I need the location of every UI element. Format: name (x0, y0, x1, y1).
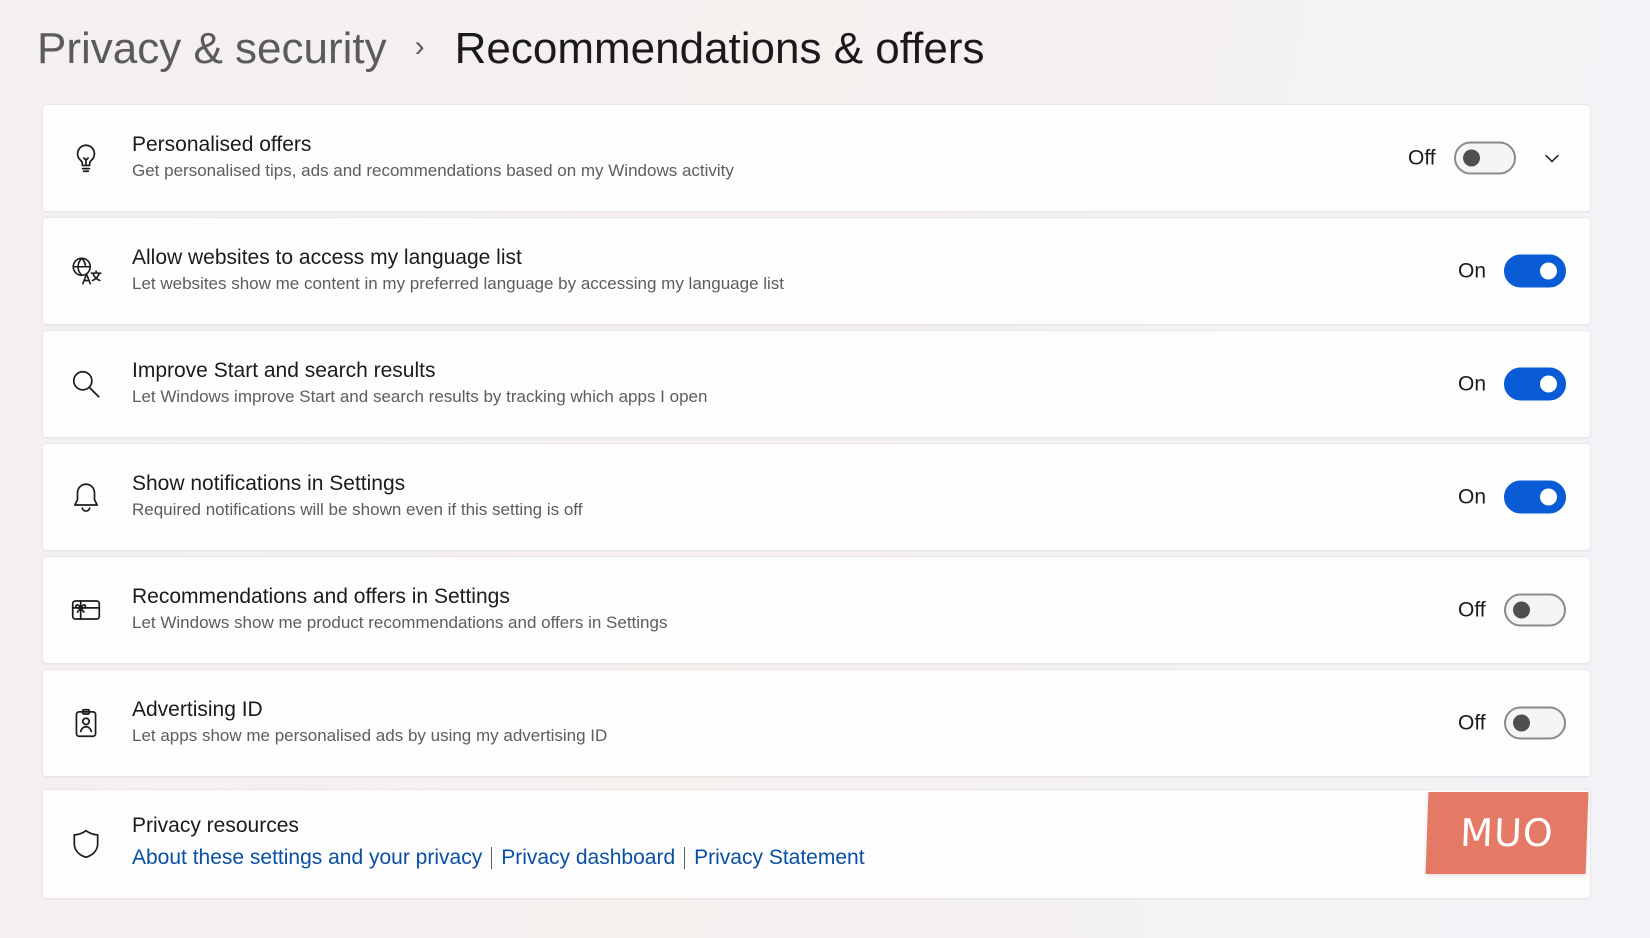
personalised-offers-toggle[interactable] (1454, 141, 1516, 175)
breadcrumb-separator-icon: › (414, 30, 425, 63)
recommendations-toggle[interactable] (1504, 593, 1566, 627)
advertising-id-toggle[interactable] (1504, 706, 1566, 740)
toggle-state-label: On (1458, 372, 1487, 395)
resources-links: About these settings and your privacy Pr… (132, 846, 865, 870)
toggle-state-label: Off (1458, 598, 1486, 621)
toggle-state-label: On (1458, 485, 1487, 508)
toggle-state-label: On (1458, 259, 1487, 282)
toggle-knob (1463, 149, 1480, 167)
toggle-knob (1540, 262, 1557, 280)
improve-start-toggle[interactable] (1504, 367, 1566, 401)
page-title: Recommendations & offers (454, 24, 985, 73)
language-list-toggle[interactable] (1504, 254, 1566, 288)
muo-watermark-logo: MUO (1425, 792, 1589, 874)
toggle-knob (1540, 375, 1557, 393)
privacy-statement-link[interactable]: Privacy Statement (694, 846, 864, 870)
toggle-state-label: Off (1408, 146, 1436, 169)
setting-title: Show notifications in Settings (132, 472, 406, 495)
setting-title: Improve Start and search results (132, 359, 436, 382)
setting-title: Personalised offers (132, 133, 312, 156)
breadcrumb: Privacy & security › Recommendations & o… (37, 14, 985, 84)
shield-icon (68, 826, 104, 862)
lightbulb-icon (68, 140, 104, 176)
setting-description: Required notifications will be shown eve… (132, 500, 583, 519)
setting-title: Recommendations and offers in Settings (132, 585, 510, 608)
breadcrumb-parent[interactable]: Privacy & security (37, 24, 387, 74)
setting-description: Let Windows show me product recommendati… (132, 613, 668, 632)
toggle-knob (1540, 488, 1557, 506)
setting-description: Get personalised tips, ads and recommend… (132, 161, 734, 180)
toggle-state-label: Off (1458, 711, 1486, 734)
setting-title: Allow websites to access my language lis… (132, 246, 522, 269)
bell-icon (68, 479, 104, 515)
toggle-knob (1513, 714, 1530, 732)
link-divider (684, 847, 686, 869)
setting-description: Let apps show me personalised ads by usi… (132, 726, 608, 745)
chevron-down-icon[interactable] (1538, 144, 1566, 172)
setting-title: Advertising ID (132, 698, 263, 721)
setting-advertising-id[interactable]: Advertising ID Let apps show me personal… (42, 669, 1591, 777)
about-settings-link[interactable]: About these settings and your privacy (132, 846, 482, 870)
privacy-dashboard-link[interactable]: Privacy dashboard (501, 846, 675, 870)
setting-improve-start[interactable]: Improve Start and search results Let Win… (42, 330, 1591, 438)
gift-card-icon (68, 592, 104, 628)
toggle-knob (1513, 601, 1530, 619)
privacy-resources: Privacy resources About these settings a… (42, 789, 1591, 899)
setting-description: Let Windows improve Start and search res… (132, 387, 708, 406)
setting-language-list[interactable]: Allow websites to access my language lis… (42, 217, 1591, 325)
setting-notifications[interactable]: Show notifications in Settings Required … (42, 443, 1591, 551)
setting-personalised-offers[interactable]: Personalised offers Get personalised tip… (42, 104, 1591, 212)
setting-description: Let websites show me content in my prefe… (132, 274, 785, 293)
setting-recommendations-in-settings[interactable]: Recommendations and offers in Settings L… (42, 556, 1591, 664)
resources-title: Privacy resources (132, 814, 299, 837)
notifications-toggle[interactable] (1504, 480, 1566, 514)
search-icon (68, 366, 104, 402)
settings-list: Personalised offers Get personalised tip… (42, 104, 1591, 904)
language-icon (68, 253, 104, 289)
id-badge-icon (68, 705, 104, 741)
link-divider (491, 847, 493, 869)
